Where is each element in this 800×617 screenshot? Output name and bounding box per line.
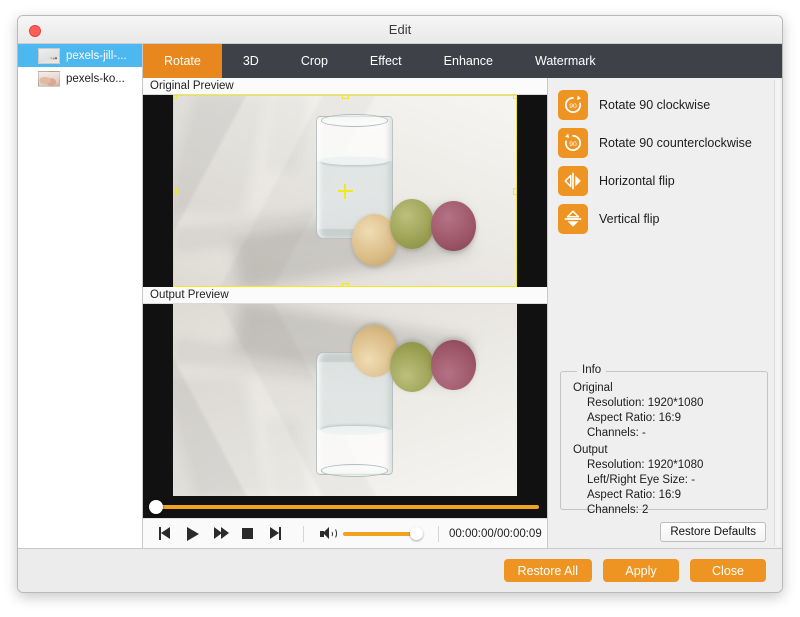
apply-button[interactable]: Apply [603, 559, 679, 582]
tab-effect[interactable]: Effect [349, 44, 423, 78]
info-legend: Info [577, 364, 607, 376]
speaker-wave [331, 528, 337, 539]
info-original-aspect-ratio: Aspect Ratio: 16:9 [587, 412, 681, 424]
vertical-flip-icon [558, 204, 588, 234]
rotate-90-clockwise-button[interactable]: 90 Rotate 90 clockwise [558, 90, 782, 120]
tab-rotate[interactable]: Rotate [143, 44, 222, 78]
info-output-channels: Channels: 2 [587, 504, 649, 516]
play-button[interactable] [187, 526, 199, 541]
transport-controls: 00:00:00/00:00:09 [143, 496, 547, 548]
horizontal-flip-icon [558, 166, 588, 196]
bottom-action-bar: Restore All Apply Close [18, 548, 782, 592]
file-list-sidebar: pexels-jill-... pexels-ko... [18, 44, 143, 548]
title-bar: Edit [18, 16, 782, 44]
original-preview-image-area [173, 95, 517, 287]
info-body: Original Resolution: 1920*1080 Aspect Ra… [561, 372, 767, 518]
info-output-eye-size: Left/Right Eye Size: - [587, 474, 696, 486]
tab-bar: Rotate 3D Crop Effect Enhance Watermark [143, 44, 782, 78]
tab-enhance[interactable]: Enhance [423, 44, 514, 78]
macaron-berry [431, 200, 476, 251]
rotate-tool-panel: 90 Rotate 90 clockwise 90 Rotate 90 coun… [548, 78, 782, 548]
rotate-cw-90-icon: 90 [558, 90, 588, 120]
rotate-actions-list: 90 Rotate 90 clockwise 90 Rotate 90 coun… [548, 78, 782, 242]
output-preview-stage[interactable] [143, 304, 547, 496]
macaron-green [389, 198, 435, 249]
file-name-label: pexels-jill-... [66, 49, 127, 62]
info-output-title: Output [573, 444, 608, 456]
volume-control [320, 527, 423, 540]
info-group-box: Info Original Resolution: 1920*1080 Aspe… [560, 364, 768, 516]
rotate-action-label: Rotate 90 counterclockwise [599, 136, 752, 150]
volume-slider-knob[interactable] [410, 527, 423, 540]
preview-column: Original Preview Output Preview 00:00:00… [143, 78, 548, 548]
window-body: pexels-jill-... pexels-ko... Rotate 3D C… [18, 44, 782, 548]
control-divider [438, 525, 439, 542]
playback-control-row: 00:00:00/00:00:09 [143, 518, 547, 548]
output-preview-label: Output Preview [143, 287, 547, 304]
svg-text:90: 90 [569, 103, 577, 110]
volume-slider-track[interactable] [343, 527, 423, 540]
list-item[interactable]: pexels-jill-... [18, 44, 142, 67]
panes-row: Original Preview Output Preview 00:00:00… [143, 78, 782, 548]
info-original-group: Original Resolution: 1920*1080 Aspect Ra… [573, 381, 767, 441]
timecode-display: 00:00:00/00:00:09 [449, 527, 542, 540]
cloth-fold [265, 419, 307, 496]
speaker-icon[interactable] [320, 527, 337, 540]
file-thumbnail [38, 70, 60, 87]
macaron-green [389, 342, 435, 393]
list-item[interactable]: pexels-ko... [18, 67, 142, 90]
cloth-fold [265, 95, 307, 172]
window-title: Edit [388, 22, 412, 37]
original-preview-stage[interactable] [143, 95, 547, 287]
seek-bar-track[interactable] [149, 500, 539, 514]
info-output-resolution: Resolution: 1920*1080 [587, 459, 704, 471]
seek-bar-area[interactable] [143, 496, 547, 518]
seek-bar-knob[interactable] [149, 500, 163, 514]
edit-window: Edit pexels-jill-... pexels-ko... Rotate… [17, 15, 783, 593]
file-name-label: pexels-ko... [66, 72, 125, 85]
stop-button[interactable] [242, 528, 253, 539]
fast-forward-button[interactable] [214, 527, 229, 540]
tab-3d[interactable]: 3D [222, 44, 280, 78]
next-frame-button[interactable] [268, 527, 281, 540]
macaron-berry [431, 340, 476, 391]
file-thumbnail [38, 47, 60, 64]
restore-all-button[interactable]: Restore All [503, 559, 592, 582]
cloth-fold [173, 376, 269, 496]
info-output-group: Output Resolution: 1920*1080 Left/Right … [573, 443, 767, 518]
vertical-flip-button[interactable]: Vertical flip [558, 204, 782, 234]
previous-frame-button[interactable] [159, 527, 172, 540]
close-button[interactable]: Close [690, 559, 766, 582]
editor-content: Rotate 3D Crop Effect Enhance Watermark … [143, 44, 782, 548]
tab-crop[interactable]: Crop [280, 44, 349, 78]
original-preview-image [173, 95, 517, 287]
info-original-resolution: Resolution: 1920*1080 [587, 397, 704, 409]
output-preview-image [173, 304, 517, 496]
svg-text:90: 90 [569, 141, 577, 148]
restore-defaults-button[interactable]: Restore Defaults [660, 522, 766, 542]
rotate-action-label: Rotate 90 clockwise [599, 98, 711, 112]
original-preview-label: Original Preview [143, 78, 547, 95]
control-divider [303, 525, 304, 542]
rotate-ccw-90-icon: 90 [558, 128, 588, 158]
rotate-action-label: Horizontal flip [599, 174, 675, 188]
tab-watermark[interactable]: Watermark [514, 44, 617, 78]
cloth-fold [173, 95, 269, 215]
info-original-title: Original [573, 382, 613, 394]
panel-scrollbar[interactable] [774, 80, 780, 546]
info-output-aspect-ratio: Aspect Ratio: 16:9 [587, 489, 681, 501]
output-preview-image-area [173, 304, 517, 496]
info-original-channels: Channels: - [587, 427, 646, 439]
tab-bar-spacer [617, 44, 782, 78]
rotate-action-label: Vertical flip [599, 212, 660, 226]
playback-buttons [143, 526, 281, 541]
horizontal-flip-button[interactable]: Horizontal flip [558, 166, 782, 196]
rotate-90-counterclockwise-button[interactable]: 90 Rotate 90 counterclockwise [558, 128, 782, 158]
